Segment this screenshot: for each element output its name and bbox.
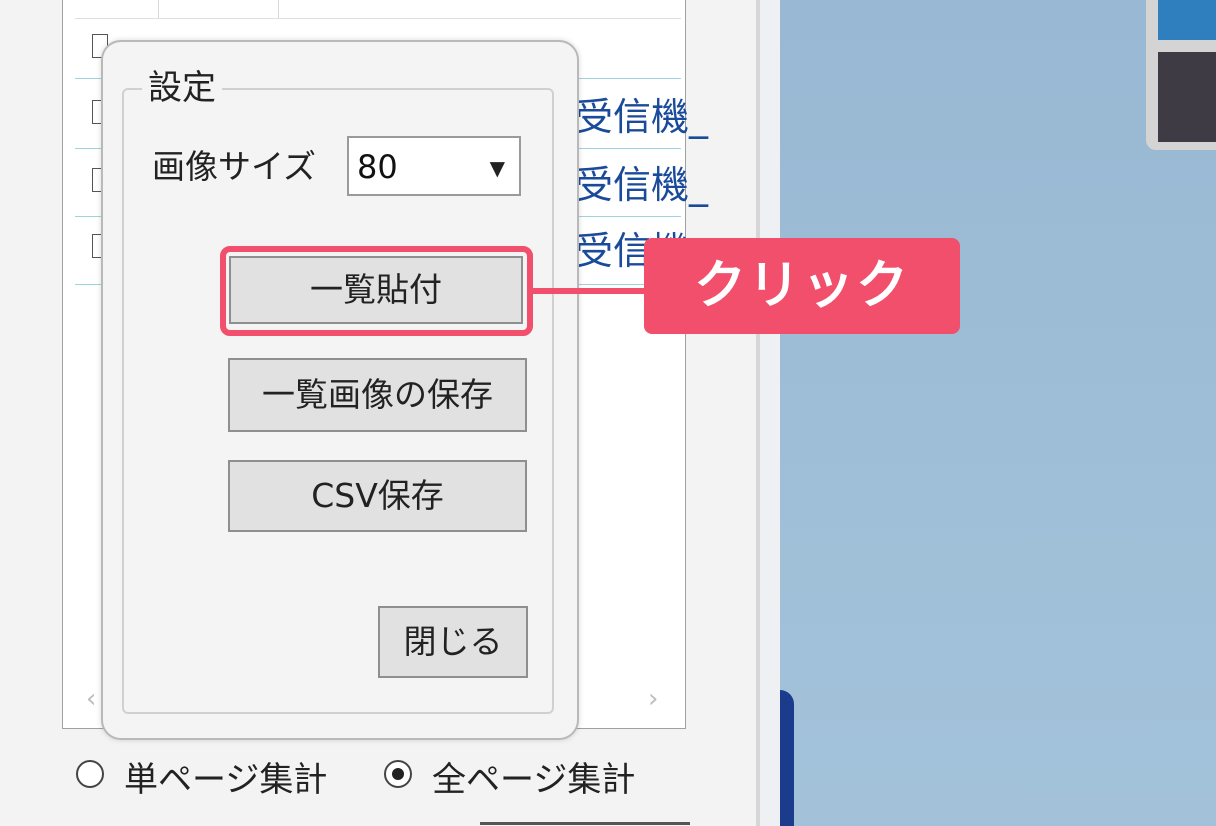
all-pages-radio-label[interactable]: 全ページ集計: [432, 752, 635, 801]
scroll-right-icon[interactable]: ›: [648, 684, 658, 714]
list-header-divider: [75, 18, 681, 19]
chevron-down-icon[interactable]: ▼: [490, 156, 505, 180]
all-pages-radio[interactable]: [384, 760, 412, 788]
list-item-text[interactable]: 受信機_: [575, 98, 708, 136]
close-button[interactable]: 閉じる: [378, 606, 528, 678]
click-callout-label: クリック: [644, 238, 960, 334]
column-separator[interactable]: [158, 0, 159, 18]
column-separator[interactable]: [278, 0, 279, 18]
csv-save-button[interactable]: CSV保存: [228, 460, 527, 532]
save-list-image-button[interactable]: 一覧画像の保存: [228, 358, 527, 432]
single-page-radio[interactable]: [76, 760, 104, 788]
thumbnail-dark-area: [1158, 52, 1216, 142]
list-item-text[interactable]: 受信機_: [575, 166, 708, 204]
click-highlight-frame: [220, 246, 533, 336]
image-size-select[interactable]: 80 ▼: [347, 136, 521, 196]
callout-connector: [530, 288, 648, 294]
thumbnail-image: [1158, 0, 1216, 40]
desktop-wallpaper-curve: [780, 690, 794, 826]
image-size-label: 画像サイズ: [152, 147, 317, 186]
settings-group-title: 設定: [142, 60, 222, 109]
window-edge: [760, 0, 780, 826]
bottom-edge-line: [480, 822, 690, 825]
image-size-value: 80: [357, 148, 398, 186]
single-page-radio-label[interactable]: 単ページ集計: [124, 752, 327, 801]
scroll-left-icon[interactable]: ‹: [86, 684, 96, 714]
